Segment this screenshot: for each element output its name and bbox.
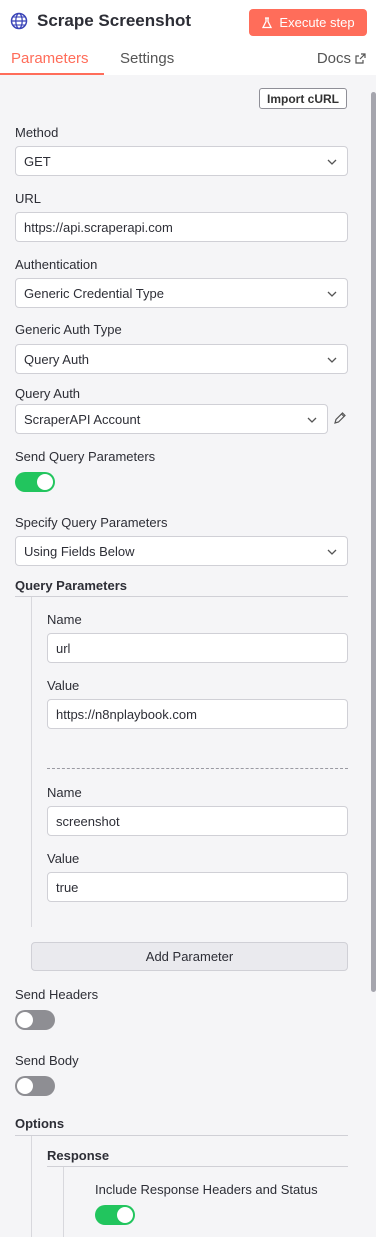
toggle-knob bbox=[117, 1207, 133, 1223]
authentication-select[interactable]: Generic Credential Type bbox=[15, 278, 348, 308]
chevron-down-icon bbox=[307, 417, 317, 423]
specify-query-label: Specify Query Parameters bbox=[15, 515, 168, 530]
method-label: Method bbox=[15, 125, 59, 140]
method-value: GET bbox=[24, 153, 51, 169]
query-parameters-label: Query Parameters bbox=[15, 578, 128, 593]
flask-icon bbox=[262, 16, 273, 28]
execute-step-button[interactable]: Execute step bbox=[249, 9, 367, 36]
collection-indent-line bbox=[63, 1167, 64, 1237]
send-headers-toggle[interactable] bbox=[15, 1010, 55, 1030]
send-headers-label: Send Headers bbox=[15, 987, 99, 1002]
options-label: Options bbox=[15, 1116, 65, 1131]
section-divider bbox=[15, 1135, 348, 1136]
include-headers-label: Include Response Headers and Status bbox=[95, 1182, 318, 1197]
chevron-down-icon bbox=[327, 549, 337, 555]
generic-auth-type-select[interactable]: Query Auth bbox=[15, 344, 348, 374]
add-parameter-button[interactable]: Add Parameter bbox=[31, 942, 348, 971]
send-query-toggle[interactable] bbox=[15, 472, 55, 492]
tab-bar: Parameters Settings Docs bbox=[0, 40, 376, 75]
collection-indent-line bbox=[31, 1136, 32, 1237]
specify-query-value: Using Fields Below bbox=[24, 543, 135, 559]
external-link-icon bbox=[355, 53, 366, 64]
method-select[interactable]: GET bbox=[15, 146, 348, 176]
param-separator bbox=[47, 768, 348, 769]
send-body-toggle[interactable] bbox=[15, 1076, 55, 1096]
param-name-input[interactable]: url bbox=[47, 633, 348, 663]
param-value-label: Value bbox=[47, 678, 80, 693]
specify-query-select[interactable]: Using Fields Below bbox=[15, 536, 348, 566]
pencil-icon[interactable] bbox=[333, 411, 347, 425]
param-value-input[interactable]: true bbox=[47, 872, 348, 902]
query-auth-label: Query Auth bbox=[15, 386, 81, 401]
generic-auth-type-value: Query Auth bbox=[24, 351, 90, 367]
section-divider bbox=[47, 1166, 348, 1167]
include-headers-toggle[interactable] bbox=[95, 1205, 135, 1225]
title-row: Scrape Screenshot Execute step bbox=[10, 8, 368, 38]
send-query-label: Send Query Parameters bbox=[15, 449, 156, 464]
scrollbar-thumb[interactable] bbox=[371, 92, 376, 992]
import-curl-button[interactable]: Import cURL bbox=[259, 88, 347, 109]
param-value-label: Value bbox=[47, 851, 80, 866]
toggle-knob bbox=[37, 474, 53, 490]
response-label: Response bbox=[47, 1148, 110, 1163]
execute-step-label: Execute step bbox=[279, 15, 355, 30]
tab-parameters[interactable]: Parameters bbox=[11, 50, 89, 67]
chevron-down-icon bbox=[327, 159, 337, 165]
toggle-knob bbox=[17, 1078, 33, 1094]
query-auth-value: ScraperAPI Account bbox=[24, 411, 141, 427]
node-header: Scrape Screenshot Execute step Parameter… bbox=[0, 0, 376, 75]
chevron-down-icon bbox=[327, 291, 337, 297]
query-auth-select[interactable]: ScraperAPI Account bbox=[15, 404, 328, 434]
param-name-label: Name bbox=[47, 612, 82, 627]
toggle-knob bbox=[17, 1012, 33, 1028]
authentication-label: Authentication bbox=[15, 257, 98, 272]
node-title: Scrape Screenshot bbox=[37, 11, 192, 30]
param-name-label: Name bbox=[47, 785, 82, 800]
send-body-label: Send Body bbox=[15, 1053, 79, 1068]
section-divider bbox=[15, 596, 348, 597]
collection-indent-line bbox=[31, 597, 32, 927]
authentication-value: Generic Credential Type bbox=[24, 285, 164, 301]
generic-auth-type-label: Generic Auth Type bbox=[15, 322, 122, 337]
param-value-input[interactable]: https://n8nplaybook.com bbox=[47, 699, 348, 729]
url-input[interactable]: https://api.scraperapi.com bbox=[15, 212, 348, 242]
docs-label: Docs bbox=[316, 50, 351, 67]
url-label: URL bbox=[15, 191, 42, 206]
globe-icon bbox=[10, 12, 28, 30]
docs-link[interactable]: Docs bbox=[317, 50, 366, 67]
tab-settings[interactable]: Settings bbox=[120, 50, 174, 67]
param-name-input[interactable]: screenshot bbox=[47, 806, 348, 836]
chevron-down-icon bbox=[327, 357, 337, 363]
